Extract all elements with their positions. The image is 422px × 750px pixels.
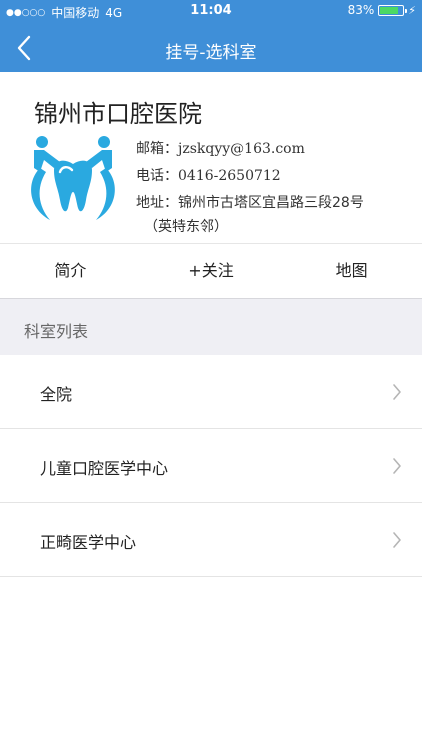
chevron-right-icon	[393, 532, 401, 548]
tab-map[interactable]: 地图	[281, 244, 422, 298]
header: ●●○○○ 中国移动 4G 11:04 83% ⚡ 挂号-选科室	[0, 0, 422, 72]
section-title: 科室列表	[24, 322, 89, 341]
battery-icon	[378, 4, 408, 16]
nav-bar: 挂号-选科室	[0, 24, 422, 72]
email-label: 邮箱：	[136, 141, 178, 157]
department-label: 正畸医学中心	[40, 533, 137, 552]
hospital-name: 锦州市口腔医院	[34, 100, 202, 128]
charging-icon: ⚡	[408, 3, 416, 17]
hospital-phone: 电话：0416-2650712	[136, 165, 281, 185]
department-item-all[interactable]: 全院	[0, 355, 422, 429]
section-header: 科室列表	[0, 298, 422, 355]
phone-value[interactable]: 0416-2650712	[178, 168, 281, 184]
address-label: 地址：	[136, 195, 178, 211]
chevron-right-icon	[393, 384, 401, 400]
page-title: 挂号-选科室	[165, 43, 257, 63]
tab-intro[interactable]: 简介	[0, 244, 141, 298]
department-list: 全院 儿童口腔医学中心 正畸医学中心	[0, 355, 422, 577]
hospital-tabs: 简介 +关注 地图	[0, 244, 422, 298]
chevron-right-icon	[393, 458, 401, 474]
department-label: 全院	[40, 385, 73, 404]
department-item-pediatric[interactable]: 儿童口腔医学中心	[0, 429, 422, 503]
department-item-orthodontics[interactable]: 正畸医学中心	[0, 503, 422, 577]
hospital-logo	[20, 128, 126, 224]
battery-percent: 83%	[347, 3, 375, 17]
phone-label: 电话：	[136, 168, 178, 184]
address-note: （英特东邻）	[144, 219, 228, 235]
hospital-address: 地址：锦州市古塔区宜昌路三段28号	[136, 192, 406, 214]
hospital-email: 邮箱：jzskqyy@163.com	[136, 138, 305, 158]
email-value[interactable]: jzskqyy@163.com	[178, 141, 305, 157]
department-label: 儿童口腔医学中心	[40, 459, 169, 478]
follow-button[interactable]: +关注	[141, 244, 282, 298]
status-bar: ●●○○○ 中国移动 4G 11:04 83% ⚡	[0, 0, 422, 24]
address-value: 锦州市古塔区宜昌路三段28号	[178, 195, 364, 211]
